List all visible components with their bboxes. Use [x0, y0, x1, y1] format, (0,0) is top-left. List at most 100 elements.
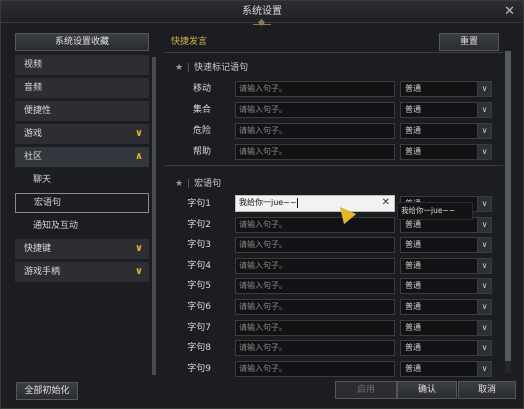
settings-window: 系统设置 ✕ 系统设置收藏 视频 音频 便捷性 游戏 ∨ 社区 ∧ 聊天 宏语句… [0, 0, 524, 409]
sentence-input[interactable]: 请输入句子。 [235, 81, 395, 97]
channel-select-value: 普通 [405, 363, 421, 373]
group-header-macro: ★ | 宏语句 [175, 179, 222, 189]
channel-select[interactable]: 普通 ∨ [400, 81, 492, 97]
sentence-input[interactable]: 请输入句子。 [235, 299, 395, 315]
sidebar-item-convenience[interactable]: 便捷性 [15, 101, 149, 121]
channel-select[interactable]: 普通 ∨ [400, 144, 492, 160]
sidebar-scroll-thumb[interactable] [152, 57, 156, 375]
sidebar-item-community[interactable]: 社区 ∧ [15, 147, 149, 167]
chevron-down-icon[interactable]: ∨ [477, 361, 491, 376]
sentence-input[interactable]: 请输入句子。 [235, 123, 395, 139]
chevron-down-icon: ∨ [134, 243, 143, 254]
ok-button[interactable]: 确认 [397, 381, 457, 399]
channel-select-value: 普通 [405, 126, 421, 135]
macro-row: 字句9 请输入句子。 普通 ∨ [165, 360, 495, 378]
sentence-input[interactable]: 请输入句子。 [235, 237, 395, 254]
macro-row: 字句4 请输入句子。 普通 ∨ [165, 257, 495, 275]
sidebar-item-video[interactable]: 视频 [15, 55, 149, 75]
channel-select[interactable]: 普通 ∨ [400, 340, 492, 357]
channel-select-value: 普通 [405, 147, 421, 156]
chevron-down-icon[interactable]: ∨ [477, 217, 491, 232]
sentence-input[interactable]: 请输入句子。 [235, 144, 395, 160]
sidebar-subitem-notifications[interactable]: 通知及互动 [15, 216, 149, 236]
content-scrollbar[interactable] [505, 51, 511, 373]
quick-mark-row: 移动 请输入句子。 普通 ∨ [165, 81, 495, 98]
row-label: 字句7 [187, 322, 211, 333]
sidebar-item-label: 快捷键 [24, 244, 52, 254]
sentence-input[interactable]: 请输入句子。 [235, 278, 395, 295]
content-scroll-thumb[interactable] [505, 51, 511, 361]
channel-select[interactable]: 普通 ∨ [400, 299, 492, 315]
clear-icon[interactable]: ✕ [382, 196, 390, 210]
group-title: 快速标记语句 [194, 63, 249, 73]
chevron-down-icon[interactable]: ∨ [477, 258, 491, 273]
sidebar-item-label: 便捷性 [24, 106, 52, 116]
chevron-down-icon[interactable]: ∨ [477, 124, 491, 138]
sentence-input[interactable]: 我给你一jue~~ ✕ [235, 195, 395, 212]
channel-select-value: 普通 [405, 84, 421, 93]
section-title: 快捷发言 [171, 37, 208, 47]
channel-select[interactable]: 普通 ∨ [400, 278, 492, 295]
chevron-down-icon[interactable]: ∨ [477, 341, 491, 356]
sidebar-item-audio[interactable]: 音频 [15, 78, 149, 98]
channel-select[interactable]: 普通 ∨ [400, 360, 492, 377]
row-label: 集合 [192, 105, 211, 115]
close-icon[interactable]: ✕ [504, 4, 515, 20]
sentence-input[interactable]: 请输入句子。 [235, 360, 395, 377]
chevron-down-icon[interactable]: ∨ [477, 103, 491, 117]
star-icon: ★ [175, 63, 184, 73]
channel-select[interactable]: 普通 ∨ [400, 123, 492, 139]
sidebar-item-game[interactable]: 游戏 ∨ [15, 124, 149, 144]
sidebar-item-label: 游戏 [24, 129, 43, 139]
chevron-down-icon[interactable]: ∨ [477, 145, 491, 159]
group-title: 宏语句 [194, 179, 222, 189]
row-label: 字句3 [187, 240, 211, 251]
sentence-input[interactable]: 请输入句子。 [235, 102, 395, 118]
sidebar-item-label: 音频 [24, 83, 43, 93]
reset-button[interactable]: 重置 [439, 33, 499, 51]
sentence-input[interactable]: 请输入句子。 [235, 319, 395, 336]
sentence-input[interactable]: 请输入句子。 [235, 340, 395, 357]
chevron-down-icon[interactable]: ∨ [477, 82, 491, 96]
sidebar-item-gamepad[interactable]: 游戏手柄 ∨ [15, 262, 149, 282]
chevron-up-icon: ∧ [134, 151, 143, 162]
reset-all-button[interactable]: 全部初始化 [16, 382, 78, 400]
channel-select[interactable]: 普通 ∨ [400, 237, 492, 254]
quick-mark-row: 危险 请输入句子。 普通 ∨ [165, 123, 495, 140]
macro-row: 字句5 请输入句子。 普通 ∨ [165, 278, 495, 295]
sidebar-item-hotkeys[interactable]: 快捷键 ∨ [15, 239, 149, 259]
macro-row: 字句6 请输入句子。 普通 ∨ [165, 299, 495, 316]
sidebar-nav: 视频 音频 便捷性 游戏 ∨ 社区 ∧ 聊天 宏语句 通知及互动 快捷键 ∨ 游… [15, 55, 149, 282]
divider [165, 165, 503, 166]
macro-row: 字句8 请输入句子。 普通 ∨ [165, 340, 495, 357]
sentence-input[interactable]: 请输入句子。 [235, 257, 395, 274]
favorites-button[interactable]: 系统设置收藏 [15, 33, 149, 51]
chevron-down-icon[interactable]: ∨ [477, 320, 491, 335]
chevron-down-icon[interactable]: ∨ [477, 197, 491, 211]
channel-select-value: 普通 [405, 219, 421, 229]
channel-select-value: 普通 [405, 322, 421, 332]
channel-select[interactable]: 普通 ∨ [400, 319, 492, 336]
row-label: 危险 [192, 126, 211, 136]
sidebar-subitem-chat[interactable]: 聊天 [15, 170, 149, 190]
chevron-down-icon: ∨ [134, 266, 143, 277]
channel-select-value: 普通 [405, 281, 421, 291]
row-label: 字句8 [187, 343, 211, 354]
sidebar-subitem-macro[interactable]: 宏语句 [15, 193, 149, 213]
chevron-down-icon[interactable]: ∨ [477, 300, 491, 314]
row-label: 字句4 [187, 260, 211, 271]
chevron-down-icon[interactable]: ∨ [477, 238, 491, 253]
sentence-input[interactable]: 请输入句子。 [235, 216, 395, 233]
autocomplete-suggestion[interactable]: 我给你一jue~~ [397, 202, 473, 220]
cancel-button[interactable]: 取消 [458, 381, 516, 399]
sidebar-item-label: 视频 [24, 60, 43, 70]
sidebar-item-label: 社区 [24, 152, 43, 162]
chevron-down-icon: ∨ [134, 128, 143, 139]
channel-select[interactable]: 普通 ∨ [400, 102, 492, 118]
row-label: 字句1 [187, 199, 211, 209]
chevron-down-icon[interactable]: ∨ [477, 279, 491, 294]
apply-button[interactable]: 启用 [335, 381, 397, 399]
channel-select[interactable]: 普通 ∨ [400, 257, 492, 274]
title-bar: 系统设置 ✕ [1, 1, 523, 25]
sidebar-scrollbar[interactable] [152, 57, 156, 375]
